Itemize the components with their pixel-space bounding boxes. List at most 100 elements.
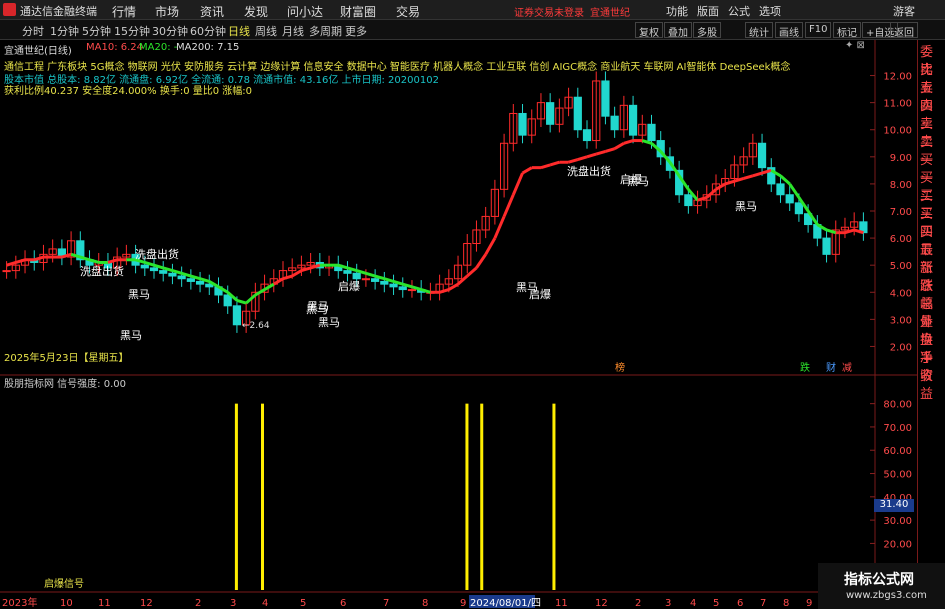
draw-line-button[interactable]: 画线 — [775, 22, 803, 39]
ma-segment — [521, 166, 533, 175]
candle-body — [647, 123, 656, 142]
period-toolbar: 分时 1分钟 5分钟 15分钟 30分钟 60分钟 日线 周线 月线 多周期 更… — [0, 20, 945, 40]
candle-body — [785, 194, 794, 204]
x-axis-label: 8 — [783, 598, 789, 609]
signal-annotation: 黑马 — [735, 200, 757, 213]
period-30min[interactable]: 30分钟 — [152, 23, 188, 39]
multi-stock-button[interactable]: 多股 — [693, 22, 721, 39]
ma-segment — [273, 277, 284, 286]
candle-body — [518, 112, 527, 136]
period-1min[interactable]: 1分钟 — [50, 23, 79, 39]
ma-segment — [568, 158, 579, 164]
x-axis-label: 2 — [635, 598, 641, 609]
event-tag: 减 — [842, 362, 852, 374]
period-15min[interactable]: 15分钟 — [114, 23, 150, 39]
app-window: 通达信金融终端 行情 市场 资讯 发现 问小达 财富圈 交易 证券交易未登录 宜… — [0, 0, 945, 609]
price-tick-label: 11.00 — [883, 99, 912, 110]
indicator-tick-label: 60.00 — [883, 446, 912, 457]
overlay-button[interactable]: 叠加 — [664, 22, 692, 39]
ma-segment — [540, 163, 551, 170]
price-tick-label: 3.00 — [890, 315, 912, 326]
candle-body — [140, 264, 149, 269]
price-chart[interactable]: 洗盘出货洗盘出货黑马黑马黑马黑马黑马黑马启爆启爆洗盘出货黑马启爆黑马←2.64榜… — [0, 40, 917, 609]
candle-body — [582, 129, 592, 142]
ma-segment — [448, 282, 459, 291]
candle-body — [776, 183, 785, 196]
f10-button[interactable]: F10 — [805, 22, 832, 38]
signal-annotation: 黑马 — [318, 316, 340, 329]
menu-trade[interactable]: 交易 — [396, 3, 420, 20]
watermark-url: www.zbgs3.com — [846, 590, 927, 601]
candle-body — [2, 270, 11, 273]
menu-news[interactable]: 资讯 — [200, 3, 224, 20]
price-tick-label: 5.00 — [890, 261, 912, 272]
login-warning[interactable]: 证券交易未登录 — [514, 4, 584, 19]
x-axis-label: 6 — [737, 598, 743, 609]
period-multi[interactable]: 多周期 — [309, 23, 342, 39]
ma-segment — [33, 255, 44, 262]
candle-body — [168, 272, 177, 277]
menu-market[interactable]: 市场 — [155, 3, 179, 20]
ma-segment — [484, 237, 497, 256]
ma-segment — [577, 155, 588, 161]
signal-annotation: 洗盘出货 — [80, 264, 124, 278]
x-axis-label: 9 — [460, 598, 466, 609]
order-book-panel: 委比 卖五 卖四 卖三 卖二 卖一 买一 买二 买三 买四 买五 最新 涨跌 涨幅 总量 外盘 换手 净资 收益 — [917, 40, 945, 609]
ma-segment — [752, 171, 763, 178]
price-tick-label: 6.00 — [890, 234, 912, 245]
candle-body — [352, 272, 361, 280]
x-axis-label: 4 — [262, 598, 268, 609]
menu-xiaoda[interactable]: 问小达 — [287, 3, 323, 20]
x-axis-label: 11 — [555, 598, 568, 609]
ma-segment — [623, 139, 634, 145]
back-button[interactable]: 返回 — [890, 22, 918, 39]
menu-quotes[interactable]: 行情 — [112, 3, 136, 20]
x-axis-label: 2 — [195, 598, 201, 609]
menu-function[interactable]: 功能 — [666, 3, 688, 19]
period-more[interactable]: 更多 — [345, 23, 367, 39]
period-monthly[interactable]: 月线 — [282, 23, 304, 39]
signal-annotation: 黑马 — [120, 329, 142, 342]
ma-segment — [291, 269, 303, 278]
x-axis-label: 7 — [383, 598, 389, 609]
candle-body — [573, 96, 582, 131]
side-panel-item[interactable]: 收益 — [920, 368, 945, 404]
ma-segment — [245, 293, 257, 305]
menu-formula[interactable]: 公式 — [728, 3, 750, 19]
app-title: 通达信金融终端 — [20, 5, 97, 18]
stats-button[interactable]: 统计 — [745, 22, 773, 39]
candle-body — [610, 115, 619, 131]
x-axis-label: 3 — [665, 598, 671, 609]
adjust-button[interactable]: 复权 — [635, 22, 663, 39]
candle-body — [361, 278, 371, 281]
menu-options[interactable]: 选项 — [759, 3, 781, 19]
ma-segment — [724, 179, 735, 186]
period-5min[interactable]: 5分钟 — [82, 23, 111, 39]
ma-segment — [613, 141, 625, 150]
event-tag: 财 — [826, 361, 836, 374]
period-60min[interactable]: 60分钟 — [190, 23, 226, 39]
x-axis-label: 5 — [300, 598, 306, 609]
period-tick[interactable]: 分时 — [22, 23, 44, 39]
menu-layout[interactable]: 版面 — [697, 3, 719, 19]
ma-segment — [475, 253, 487, 269]
x-axis-label: 8 — [422, 598, 428, 609]
candle-body — [223, 294, 232, 307]
x-axis-label: 2024/08/01/四 — [470, 598, 541, 609]
menu-guest[interactable]: 游客 — [893, 3, 915, 19]
price-tick-label: 12.00 — [883, 72, 912, 83]
x-axis-label: 2023年 — [2, 596, 37, 609]
indicator-label: 股朋指标网 信号强度: 0.00 — [4, 379, 126, 390]
ma-segment — [282, 274, 293, 281]
period-daily[interactable]: 日线 — [228, 23, 250, 39]
period-weekly[interactable]: 周线 — [255, 23, 277, 39]
indicator-tick-label: 50.00 — [883, 470, 912, 481]
app-logo-icon — [3, 3, 16, 16]
title-bar: 通达信金融终端 行情 市场 资讯 发现 问小达 财富圈 交易 证券交易未登录 宜… — [0, 0, 945, 20]
indicator-tick-label: 70.00 — [883, 423, 912, 434]
signal-title: 启爆信号 — [44, 579, 84, 590]
menu-discover[interactable]: 发现 — [244, 3, 268, 20]
candle-body — [159, 270, 168, 274]
mark-button[interactable]: 标记 — [833, 22, 861, 39]
menu-wealth[interactable]: 财富圈 — [340, 3, 376, 20]
